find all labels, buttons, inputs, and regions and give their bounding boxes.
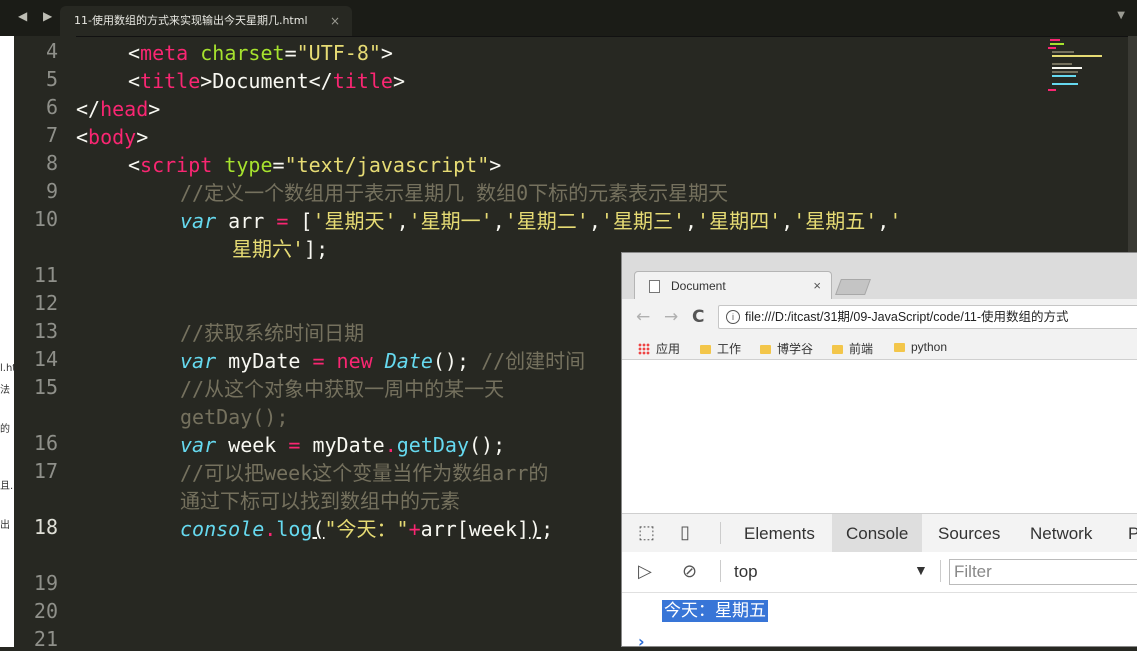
folder-icon: [832, 345, 843, 354]
sidebar-fragment[interactable]: l.ht: [0, 363, 14, 374]
apps-grid-icon: [638, 343, 650, 355]
console-toolbar-divider: [720, 560, 721, 582]
bookmark-boxuegu[interactable]: 博学谷: [760, 340, 813, 357]
device-toolbar-icon[interactable]: ▯: [680, 522, 690, 543]
line-number: 6: [45, 95, 58, 119]
bookmark-apps[interactable]: 应用: [638, 340, 680, 357]
editor-tab-bar: ◀ ▶ 11-使用数组的方式来实现输出今天星期几.html × ▼: [0, 0, 1137, 37]
line-number: 4: [45, 39, 58, 63]
devtools-panel: ⬚ ▯ Elements Console Sources Network P ▷…: [622, 513, 1137, 646]
line-number: 19: [33, 571, 58, 595]
close-tab-icon[interactable]: ×: [813, 272, 821, 300]
console-log-output: 今天：星期五: [662, 600, 768, 622]
sidebar-strip: l.ht 法 的 且.h 出: [0, 36, 14, 647]
tab-network[interactable]: Network: [1018, 514, 1104, 552]
console-toolbar-divider: [940, 560, 941, 582]
line-number: 14: [33, 347, 58, 371]
code-line-14: var myDate = new Date(); //创建时间: [180, 349, 586, 373]
console-prompt-icon[interactable]: ›: [638, 632, 645, 646]
tab-sources[interactable]: Sources: [926, 514, 1012, 552]
line-number: 21: [33, 627, 58, 651]
browser-window: Document × ← → C i file:///D:/itcast/31期…: [621, 252, 1137, 647]
line-number: 15: [33, 375, 58, 399]
line-number: 17: [33, 459, 58, 483]
tab-nav-arrows-icon[interactable]: ◀ ▶: [18, 9, 58, 23]
console-filter-input[interactable]: Filter: [949, 559, 1137, 585]
console-toolbar: ▷ ⊘ top ▼ Filter: [622, 552, 1137, 593]
bookmark-frontend[interactable]: 前端: [832, 340, 873, 357]
code-line-10: var arr = ['星期天','星期一','星期二','星期三','星期四'…: [180, 209, 902, 233]
code-line-15-wrap: getDay();: [180, 405, 289, 429]
code-line-6: </head>: [76, 97, 161, 121]
code-line-5: <title>Document</title>: [128, 69, 405, 93]
folder-icon: [700, 345, 711, 354]
tab-more[interactable]: P: [1116, 514, 1137, 552]
inspect-element-icon[interactable]: ⬚: [638, 522, 655, 543]
code-line-8: <script type="text/javascript">: [128, 153, 502, 177]
clear-console-icon[interactable]: ⊘: [682, 561, 697, 582]
new-tab-button[interactable]: [835, 279, 871, 295]
sidebar-fragment[interactable]: 法: [0, 381, 10, 396]
code-line-17: //可以把week这个变量当作为数组arr的: [180, 461, 549, 485]
line-number: 10: [33, 207, 58, 231]
sidebar-fragment[interactable]: 且.h: [0, 477, 14, 492]
sidebar-fragment[interactable]: 出: [0, 516, 10, 531]
code-line-18: console.log("今天："+arr[week]);: [180, 517, 554, 541]
browser-tab-title: Document: [671, 279, 726, 293]
editor-file-tab[interactable]: 11-使用数组的方式来实现输出今天星期几.html ×: [60, 6, 352, 36]
code-line-17-wrap: 通过下标可以找到数组中的元素: [180, 489, 460, 513]
line-number: 16: [33, 431, 58, 455]
reload-icon[interactable]: C: [692, 307, 704, 327]
line-number: 7: [45, 123, 58, 147]
bookmark-work[interactable]: 工作: [700, 340, 741, 357]
line-number: 11: [33, 263, 58, 287]
line-number: 20: [33, 599, 58, 623]
line-number: 9: [45, 179, 58, 203]
folder-icon: [894, 343, 905, 352]
code-line-9: //定义一个数组用于表示星期几 数组0下标的元素表示星期天: [180, 181, 729, 205]
sidebar-fragment[interactable]: 的: [0, 420, 10, 435]
line-number: 8: [45, 151, 58, 175]
devtools-tab-bar: ⬚ ▯ Elements Console Sources Network P: [622, 514, 1137, 553]
context-selector[interactable]: top: [734, 562, 758, 582]
line-number-gutter: 4 5 6 7 8 9 10 11 12 13 14 15 16 17 18 1…: [14, 36, 76, 651]
browser-toolbar: ← → C i file:///D:/itcast/31期/09-JavaScr…: [622, 299, 1137, 335]
folder-icon: [760, 345, 771, 354]
browser-tab[interactable]: Document ×: [634, 271, 832, 299]
editor-scrollbar[interactable]: [1128, 36, 1137, 256]
line-number: 13: [33, 319, 58, 343]
show-sidebar-icon[interactable]: ▷: [638, 561, 652, 582]
address-bar-url: file:///D:/itcast/31期/09-JavaScript/code…: [745, 310, 1069, 324]
code-line-16: var week = myDate.getDay();: [180, 433, 506, 457]
forward-arrow-icon[interactable]: →: [664, 307, 678, 327]
minimap[interactable]: [1048, 38, 1128, 98]
info-icon[interactable]: i: [726, 310, 740, 324]
code-line-7: <body>: [76, 125, 149, 149]
bookmarks-bar: 应用 工作 博学谷 前端 python: [622, 335, 1137, 360]
document-icon: [649, 280, 660, 293]
chevron-down-icon[interactable]: ▼: [914, 562, 928, 578]
address-bar[interactable]: i file:///D:/itcast/31期/09-JavaScript/co…: [718, 305, 1137, 329]
close-tab-icon[interactable]: ×: [330, 6, 340, 36]
code-line-4: <meta charset="UTF-8">: [128, 41, 393, 65]
back-arrow-icon[interactable]: ←: [636, 307, 650, 327]
line-number-current: 18: [33, 515, 58, 539]
line-number: 12: [33, 291, 58, 315]
line-number: 5: [45, 67, 58, 91]
devtools-divider: [720, 522, 721, 544]
page-content: [622, 360, 1137, 513]
tab-elements[interactable]: Elements: [732, 514, 827, 552]
bookmark-python[interactable]: python: [894, 340, 947, 354]
code-line-13: //获取系统时间日期: [180, 321, 365, 345]
tab-console[interactable]: Console: [832, 514, 923, 552]
editor-file-tab-label: 11-使用数组的方式来实现输出今天星期几.html: [74, 14, 308, 27]
tab-menu-icon[interactable]: ▼: [1117, 10, 1125, 21]
code-line-10-wrap: 星期六'];: [232, 237, 329, 261]
code-line-15: //从这个对象中获取一周中的某一天: [180, 377, 505, 401]
browser-tab-strip: Document ×: [622, 253, 1137, 299]
